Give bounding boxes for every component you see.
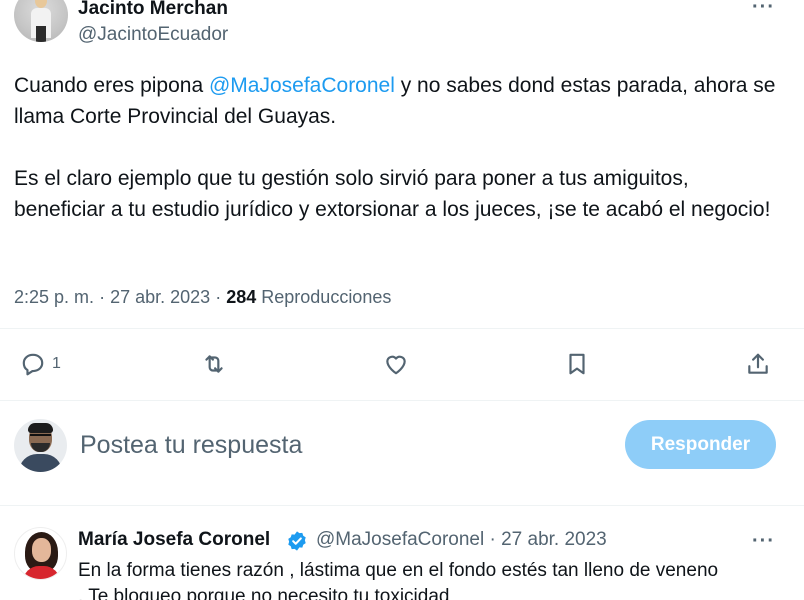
tweet-paragraph-2: Es el claro ejemplo que tu gestión solo … [14,167,771,221]
reply-separator: · [489,529,496,550]
mention-link[interactable]: @MaJosefaCoronel [209,74,395,97]
reply-meta: @MaJosefaCoronel · 27 abr. 2023 [316,529,607,551]
meta-separator: · [99,287,106,307]
views-label[interactable]: Reproducciones [261,287,391,307]
reply-text-line-2: . Te bloqueo porque no necesito tu toxic… [78,586,450,600]
more-options-icon[interactable]: ··· [752,0,780,18]
divider [0,505,804,506]
retweet-action[interactable] [201,350,227,378]
tweet-paragraph-1: Cuando eres pipona @MaJosefaCoronel y no… [14,70,784,132]
tweet-time[interactable]: 2:25 p. m. [14,287,94,307]
reply-text: En la forma tienes razón , lástima que e… [78,558,798,600]
share-action[interactable] [745,350,771,378]
divider [0,328,804,329]
reply-icon [22,353,44,376]
author-name[interactable]: Jacinto Merchan [78,0,228,20]
reply-date[interactable]: 27 abr. 2023 [501,529,607,550]
author-handle[interactable]: @JacintoEcuador [78,24,228,46]
reply-action[interactable]: 1 [20,350,61,378]
share-icon [748,353,768,374]
divider [0,400,804,401]
reply-button[interactable]: Responder [625,420,776,469]
author-avatar[interactable] [14,0,68,42]
reply-author-avatar[interactable] [14,527,67,580]
reply-more-options-icon[interactable]: ··· [752,531,780,552]
like-action[interactable] [383,350,409,378]
like-icon [386,355,406,375]
bookmark-icon [569,353,585,375]
reply-text-line-1: En la forma tienes razón , lástima que e… [78,560,719,581]
views-count: 284 [226,287,257,307]
retweet-icon [205,355,223,373]
bookmark-action[interactable] [564,350,590,378]
tweet-text: Cuando eres pipona @MaJosefaCoronel y no… [14,70,784,256]
verified-badge-icon [288,531,306,551]
tweet-date[interactable]: 27 abr. 2023 [110,287,210,307]
current-user-avatar[interactable] [14,419,67,472]
tweet-text-part1: Cuando eres pipona [14,74,209,97]
reply-count: 1 [52,355,61,372]
tweet-meta: 2:25 p. m. · 27 abr. 2023 · 284 Reproduc… [14,287,391,308]
reply-author-handle[interactable]: @MaJosefaCoronel [316,529,484,550]
reply-author-name[interactable]: María Josefa Coronel [78,529,270,551]
meta-separator: · [215,287,222,307]
reply-input[interactable] [80,426,560,464]
